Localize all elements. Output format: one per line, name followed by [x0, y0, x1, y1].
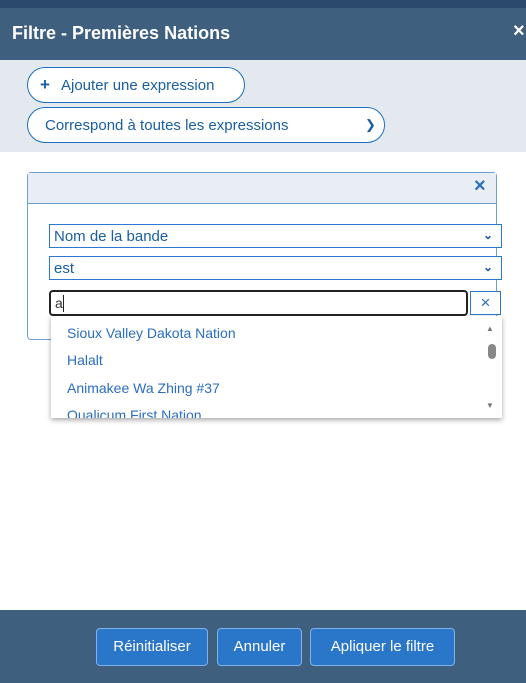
chevron-down-icon: ❯ — [365, 117, 376, 132]
value-search-input[interactable]: a — [49, 290, 468, 316]
dialog-header: Filtre - Premières Nations × — [0, 8, 526, 60]
dialog-title: Filtre - Premières Nations — [12, 23, 231, 43]
expression-panel-header: × — [28, 173, 496, 204]
cancel-button[interactable]: Annuler — [217, 628, 302, 666]
search-input-value: a — [55, 295, 63, 311]
scroll-down-arrow-icon[interactable]: ▼ — [486, 401, 494, 410]
text-caret — [63, 295, 64, 312]
scrollbar-thumb[interactable] — [488, 344, 496, 359]
operator-select-value: est — [54, 260, 75, 277]
add-expression-button[interactable]: + Ajouter une expression — [27, 67, 245, 103]
match-mode-select[interactable]: Correspond à toutes les expressions ❯ — [27, 107, 385, 143]
operator-select[interactable]: est ⌄ — [49, 256, 502, 280]
scroll-up-arrow-icon[interactable]: ▲ — [486, 324, 494, 333]
dialog-footer: Réinitialiser Annuler Apliquer le filtre — [0, 610, 526, 683]
chevron-down-icon: ⌄ — [483, 228, 494, 242]
chevron-down-icon: ⌄ — [483, 260, 494, 274]
suggestion-item[interactable]: Animakee Wa Zhing #37 — [67, 380, 220, 396]
add-expression-label: Ajouter une expression — [61, 77, 215, 94]
suggestion-item[interactable]: Halalt — [67, 352, 103, 368]
clear-search-button[interactable]: × — [470, 291, 501, 315]
plus-icon: + — [40, 75, 50, 94]
field-select[interactable]: Nom de la bande ⌄ — [49, 224, 502, 248]
suggestion-item[interactable]: Sioux Valley Dakota Nation — [67, 325, 236, 341]
reset-button[interactable]: Réinitialiser — [96, 628, 208, 666]
remove-expression-icon[interactable]: × — [474, 175, 486, 198]
apply-filter-button[interactable]: Apliquer le filtre — [310, 628, 455, 666]
field-select-value: Nom de la bande — [54, 228, 169, 245]
suggestion-item[interactable]: Qualicum First Nation — [67, 407, 202, 418]
suggestion-list: Sioux Valley Dakota Nation Halalt Animak… — [51, 316, 502, 418]
close-icon[interactable]: × — [513, 20, 525, 43]
match-mode-value: Correspond à toutes les expressions — [45, 117, 289, 134]
